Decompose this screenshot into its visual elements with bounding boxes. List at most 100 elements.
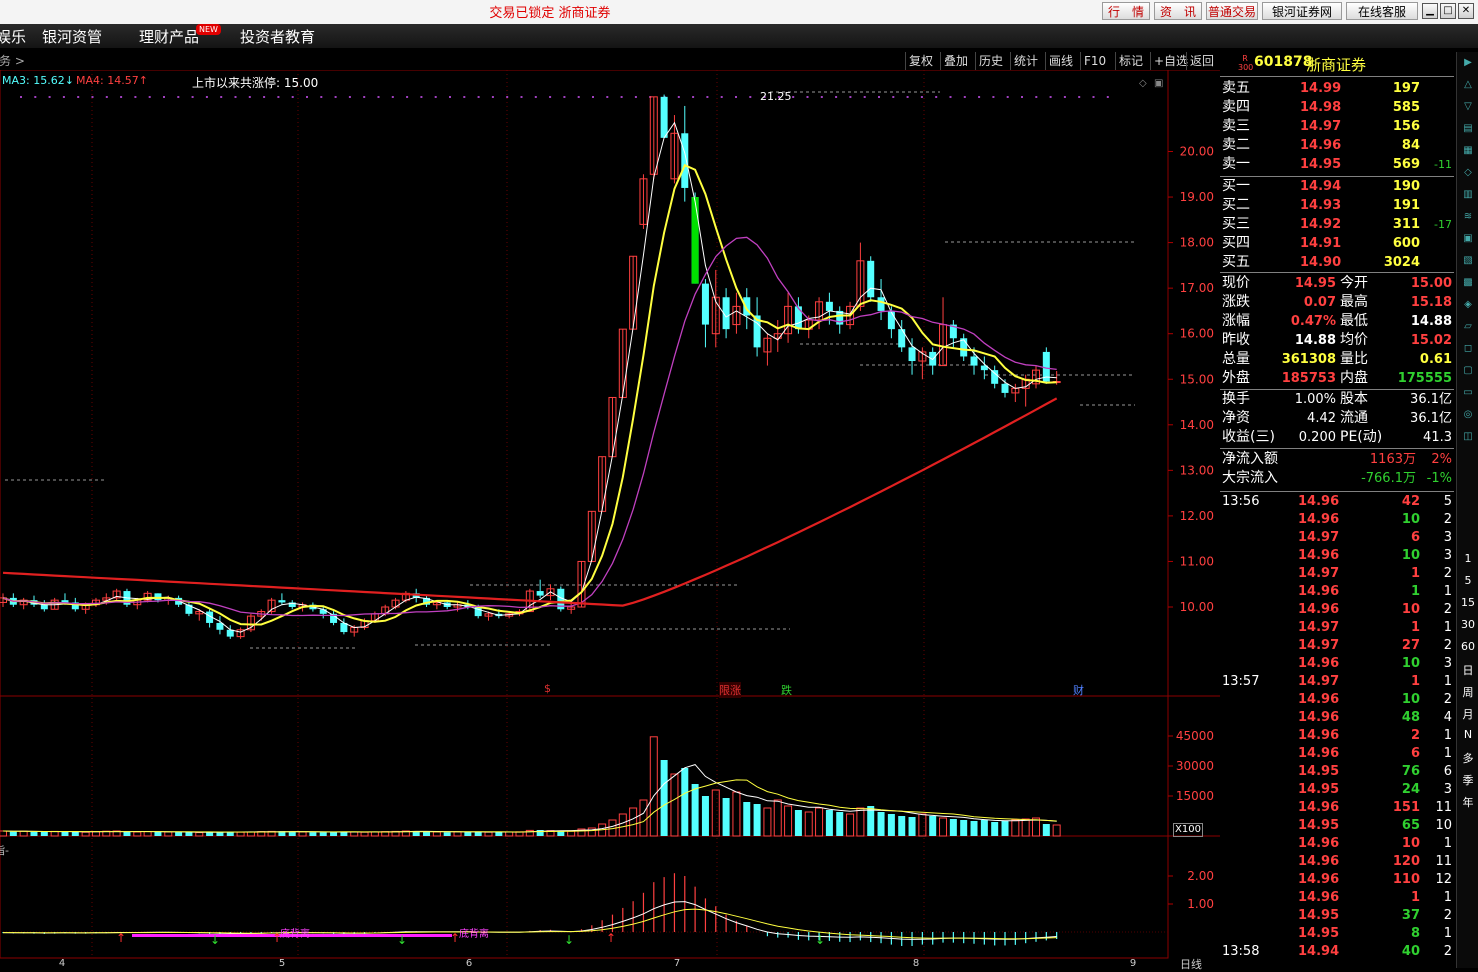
dot-marker xyxy=(506,96,509,98)
period-button[interactable]: 60 xyxy=(1460,640,1476,653)
stat-value: 14.88 xyxy=(1294,333,1336,348)
dot-marker xyxy=(892,96,895,98)
period-button[interactable]: 周 xyxy=(1460,684,1476,700)
tool-draw-line[interactable]: 画线 xyxy=(1045,52,1073,70)
tool-add-watchlist[interactable]: +自选 xyxy=(1150,52,1188,70)
tick-count: 4 xyxy=(1443,710,1452,725)
period-button[interactable]: 日 xyxy=(1460,662,1476,678)
buy-row[interactable]: 买五 14.90 3024 xyxy=(1220,253,1454,272)
maximize-icon[interactable]: □ xyxy=(1440,3,1456,19)
sell-row[interactable]: 卖一 14.95 569 -11 xyxy=(1220,155,1454,174)
close-icon[interactable]: ✕ xyxy=(1458,3,1474,19)
online-service-button[interactable]: 在线客服 xyxy=(1346,2,1418,20)
market-button[interactable]: 行 情 xyxy=(1102,2,1150,20)
tick-row: 14.96 10 1 xyxy=(1220,835,1454,853)
sidebar-tool-icon[interactable]: ◎ xyxy=(1460,408,1476,422)
event-marker-limit[interactable]: 限涨 xyxy=(719,682,741,698)
price-tick-label: 10.00 xyxy=(1180,600,1214,614)
sell-row[interactable]: 卖四 14.98 585 xyxy=(1220,98,1454,117)
menu-investor-education[interactable]: 投资者教育 xyxy=(240,26,315,47)
dot-marker xyxy=(134,96,137,98)
tool-return[interactable]: 返回 xyxy=(1186,52,1214,70)
stat-value: 41.3 xyxy=(1423,430,1452,445)
tick-volume: 1 xyxy=(1410,584,1420,599)
buy-price: 14.91 xyxy=(1300,236,1342,251)
tick-row: 13:57 14.97 1 1 xyxy=(1220,673,1454,691)
sidebar-tool-icon[interactable]: ▩ xyxy=(1460,276,1476,290)
tool-f10[interactable]: F10 xyxy=(1080,52,1106,70)
sidebar-tool-icon[interactable]: ◫ xyxy=(1460,430,1476,444)
volume-bar xyxy=(763,807,772,837)
tool-overlay[interactable]: 叠加 xyxy=(940,52,968,70)
period-button[interactable]: N xyxy=(1460,728,1476,741)
sidebar-tool-icon[interactable]: ▦ xyxy=(1460,144,1476,158)
tick-price: 14.96 xyxy=(1298,692,1340,707)
sell-level-label: 卖五 xyxy=(1222,80,1250,96)
tick-row: 14.96 2 1 xyxy=(1220,727,1454,745)
sidebar-tool-icon[interactable]: ▤ xyxy=(1460,122,1476,136)
buy-row[interactable]: 买一 14.94 190 xyxy=(1220,177,1454,196)
period-button[interactable]: 5 xyxy=(1460,574,1476,587)
dot-marker xyxy=(191,96,194,98)
news-button[interactable]: 资 讯 xyxy=(1154,2,1202,20)
x-axis-label: 9 xyxy=(1130,958,1136,968)
sell-row[interactable]: 卖二 14.96 84 xyxy=(1220,136,1454,155)
volume-bar xyxy=(453,831,462,837)
tool-mark[interactable]: 标记 xyxy=(1115,52,1143,70)
sidebar-tool-icon[interactable]: ◇ xyxy=(1460,166,1476,180)
sidebar-tool-icon[interactable]: ▧ xyxy=(1460,254,1476,268)
book-divider xyxy=(1220,272,1454,273)
tool-statistics[interactable]: 统计 xyxy=(1010,52,1038,70)
period-button[interactable]: 季 xyxy=(1460,772,1476,788)
buy-row[interactable]: 买二 14.93 191 xyxy=(1220,196,1454,215)
event-marker-drop[interactable]: 跌 xyxy=(781,682,792,698)
menu-galaxy-asset[interactable]: 银河资管 xyxy=(42,26,102,47)
period-button[interactable]: 多 xyxy=(1460,750,1476,766)
tool-adjust[interactable]: 复权 xyxy=(905,52,933,70)
tick-count: 3 xyxy=(1443,548,1452,563)
event-marker-finance[interactable]: 财 xyxy=(1073,682,1084,698)
menu-wealth-products[interactable]: 理财产品 xyxy=(139,26,199,47)
sidebar-tool-icon[interactable]: ▱ xyxy=(1460,320,1476,334)
tick-price: 14.95 xyxy=(1298,782,1340,797)
tick-price: 14.97 xyxy=(1298,620,1340,635)
volume-bar xyxy=(991,822,999,836)
period-button[interactable]: 年 xyxy=(1460,794,1476,810)
sidebar-tool-icon[interactable]: ▥ xyxy=(1460,188,1476,202)
menu-entertainment[interactable]: 娱乐 xyxy=(0,26,26,47)
candle-body xyxy=(61,600,69,603)
stat-value: 361308 xyxy=(1281,352,1336,367)
normal-trade-button[interactable]: 普通交易 xyxy=(1206,2,1258,20)
sidebar-tool-icon[interactable]: ◻ xyxy=(1460,342,1476,356)
minimize-icon[interactable]: ▁ xyxy=(1422,3,1438,19)
sidebar-tool-icon[interactable]: ▽ xyxy=(1460,100,1476,114)
period-button[interactable]: 15 xyxy=(1460,596,1476,609)
sidebar-tool-icon[interactable]: ▢ xyxy=(1460,364,1476,378)
sidebar-tool-icon[interactable]: △ xyxy=(1460,78,1476,92)
sidebar-tool-icon[interactable]: ≋ xyxy=(1460,210,1476,224)
dot-marker xyxy=(863,96,866,98)
dot-marker xyxy=(1035,96,1038,98)
tick-price: 14.95 xyxy=(1298,926,1340,941)
sell-row[interactable]: 卖五 14.99 197 xyxy=(1220,79,1454,98)
tool-history[interactable]: 历史 xyxy=(975,52,1003,70)
toolbar-back-label[interactable]: 务 > xyxy=(0,52,25,70)
sidebar-tool-icon[interactable]: ▶ xyxy=(1460,56,1476,70)
sidebar-tool-icon[interactable]: ▣ xyxy=(1460,232,1476,246)
period-button[interactable]: 1 xyxy=(1460,552,1476,565)
period-button[interactable]: 30 xyxy=(1460,618,1476,631)
tick-price: 14.95 xyxy=(1298,818,1340,833)
buy-volume: 600 xyxy=(1392,236,1420,251)
tick-row: 14.95 37 2 xyxy=(1220,907,1454,925)
sidebar-tool-icon[interactable]: ◈ xyxy=(1460,298,1476,312)
event-marker-dollar[interactable]: $ xyxy=(544,682,551,695)
ma4-label: MA4: 14.57↑ xyxy=(76,74,148,87)
tick-volume: 10 xyxy=(1401,836,1420,851)
galaxy-website-button[interactable]: 银河证券网 xyxy=(1262,2,1342,20)
period-button[interactable]: 月 xyxy=(1460,706,1476,722)
kline-chart[interactable]: 20.00 19.00 18.00 17.00 16.00 15.00 14.00 13.00… xyxy=(0,70,1220,968)
sidebar-tool-icon[interactable]: ▭ xyxy=(1460,386,1476,400)
sell-row[interactable]: 卖三 14.97 156 xyxy=(1220,117,1454,136)
buy-row[interactable]: 买三 14.92 311 -17 xyxy=(1220,215,1454,234)
buy-row[interactable]: 买四 14.91 600 xyxy=(1220,234,1454,253)
